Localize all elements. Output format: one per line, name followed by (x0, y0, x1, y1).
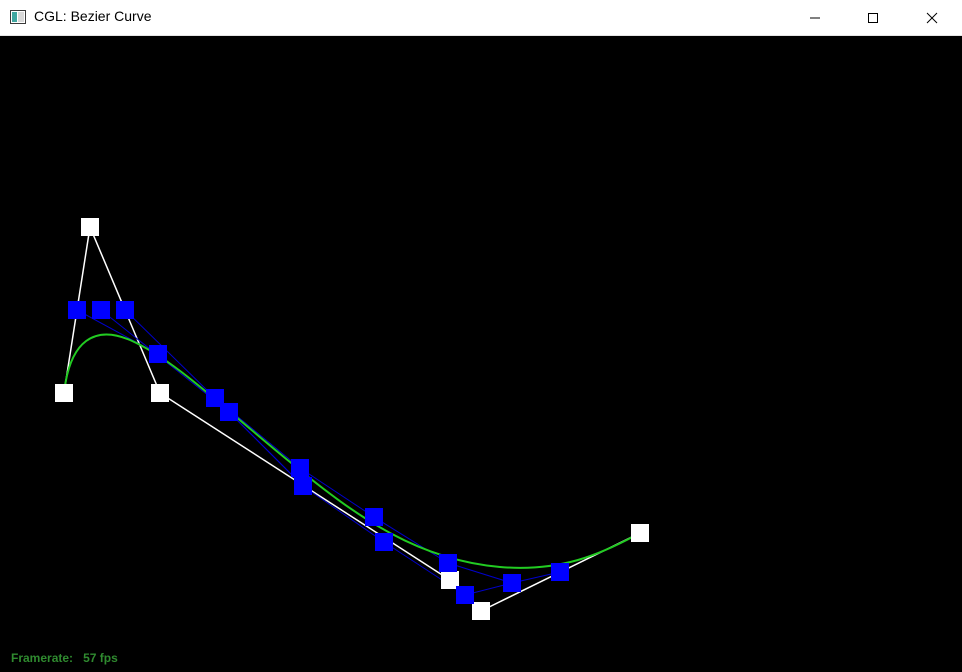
intermediate-point (439, 554, 457, 572)
points-layer (55, 218, 649, 620)
intermediate-point (291, 459, 309, 477)
control-point[interactable] (631, 524, 649, 542)
intermediate-point (92, 301, 110, 319)
lines-layer (63, 226, 641, 612)
bezier-scene[interactable] (0, 0, 962, 672)
control-point[interactable] (151, 384, 169, 402)
framerate-label: Framerate: (11, 651, 74, 665)
control-point[interactable] (55, 384, 73, 402)
framerate-readout: Framerate: 57 fps (11, 651, 118, 665)
intermediate-segment (124, 309, 216, 399)
intermediate-point (294, 477, 312, 495)
control-point[interactable] (81, 218, 99, 236)
intermediate-point (220, 403, 238, 421)
intermediate-point (149, 345, 167, 363)
intermediate-point (365, 508, 383, 526)
intermediate-point (551, 563, 569, 581)
intermediate-point (456, 586, 474, 604)
intermediate-point (116, 301, 134, 319)
intermediate-point (68, 301, 86, 319)
intermediate-point (375, 533, 393, 551)
control-point[interactable] (472, 602, 490, 620)
app-window: CGL: Bezier Curve Framerate: 57 fps (0, 0, 962, 672)
framerate-value: 57 fps (83, 651, 118, 665)
intermediate-point (503, 574, 521, 592)
